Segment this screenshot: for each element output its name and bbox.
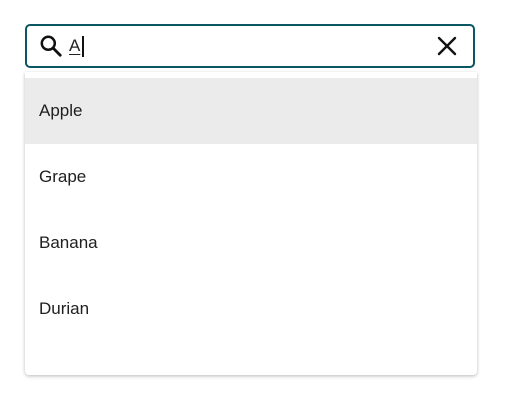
clear-button[interactable] [429, 28, 465, 64]
search-box[interactable] [25, 24, 475, 68]
close-icon [437, 36, 457, 56]
autocomplete-widget: Apple Grape Banana Durian [0, 0, 506, 418]
suggestion-item-banana[interactable]: Banana [25, 210, 477, 276]
search-icon [37, 32, 65, 60]
suggestion-item-durian[interactable]: Durian [25, 276, 477, 342]
suggestion-item-grape[interactable]: Grape [25, 144, 477, 210]
search-input[interactable] [69, 34, 429, 58]
suggestion-label: Durian [39, 299, 90, 318]
text-caret [82, 36, 84, 57]
suggestion-label: Banana [39, 233, 98, 252]
suggestion-label: Apple [39, 101, 83, 120]
suggestion-label: Grape [39, 167, 87, 186]
search-field[interactable] [69, 26, 429, 66]
suggestion-list: Apple Grape Banana Durian [25, 72, 477, 375]
suggestion-item-apple[interactable]: Apple [25, 78, 477, 144]
